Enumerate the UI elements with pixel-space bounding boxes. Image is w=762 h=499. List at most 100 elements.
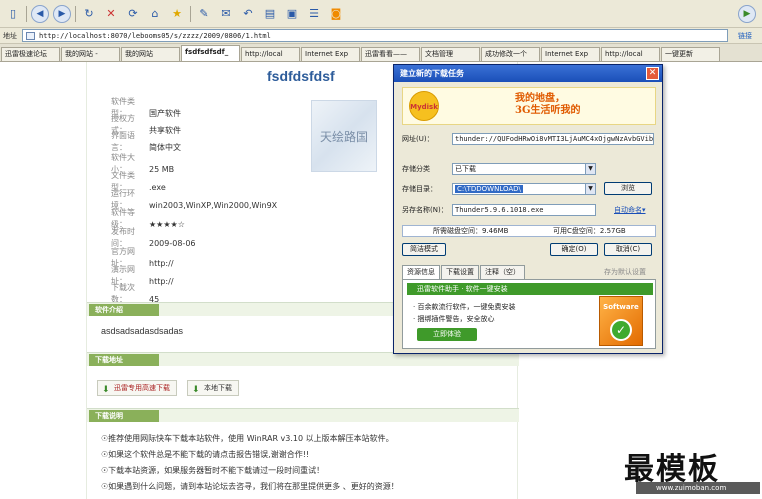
field-row: 演示网址： http:// bbox=[111, 264, 174, 286]
tab[interactable]: Internet Exp bbox=[301, 47, 360, 61]
home-icon[interactable]: ⌂ bbox=[146, 5, 164, 23]
tab[interactable]: 我的网站 bbox=[121, 47, 180, 61]
software-description: asdsadsadasdsadas bbox=[101, 326, 184, 336]
close-icon[interactable]: ✕ bbox=[646, 67, 659, 80]
address-url: http://localhost:8070/lebooms05/s/zzzz/2… bbox=[39, 31, 271, 40]
mail-icon[interactable]: ✉ bbox=[217, 5, 235, 23]
ok-button[interactable]: 确定(O) bbox=[550, 243, 598, 256]
tab-notes[interactable]: 注释（空） bbox=[480, 265, 525, 279]
tab-download-settings[interactable]: 下载设置 bbox=[441, 265, 479, 279]
promo-panel: 迅雷软件助手 · 软件一键安装 · 百余款流行软件，一键免费安装 · 捆绑插件警… bbox=[402, 279, 656, 349]
page-icon bbox=[26, 32, 35, 40]
promo-line: · 百余款流行软件，一键免费安装 bbox=[413, 303, 516, 311]
tab[interactable]: 成功修改一个 bbox=[481, 47, 540, 61]
rss-icon[interactable]: ◙ bbox=[327, 5, 345, 23]
chevron-down-icon: ▼ bbox=[585, 164, 595, 174]
banner-text: 我的地盘， 3G生活听我的 bbox=[515, 93, 581, 117]
software-thumbnail: 天绘路国 bbox=[311, 100, 377, 172]
dialog-tabs: 资源信息 下载设置 注释（空） bbox=[402, 265, 526, 280]
banner-line: 3G生活听我的 bbox=[515, 105, 581, 116]
note-line: ☉如果遇到什么问题，请到本站论坛去咨寻，我们将在那里提供更多 、更好的资源！ bbox=[101, 482, 399, 491]
browser-toolbar: ▯ ◀ ▶ ↻ ✕ ⟳ ⌂ ★ ✎ ✉ ↶ ▤ ▣ ☰ ◙ ▶ bbox=[0, 0, 762, 28]
ad-banner[interactable]: Mydisk 我的地盘， 3G生活听我的 bbox=[402, 87, 656, 125]
window-icon[interactable]: ▣ bbox=[283, 5, 301, 23]
category-select[interactable]: 已下载 ▼ bbox=[452, 163, 596, 175]
page-title: fsdfdsfdsf bbox=[267, 68, 335, 84]
tab-bar: 迅雷极速论坛 我的网站 - 我的网站 fsdfsdfsdf_ http://lo… bbox=[0, 44, 762, 62]
forward-icon[interactable]: ▶ bbox=[53, 4, 71, 23]
thunder-download-button[interactable]: ⬇ 迅雷专用高速下载 bbox=[97, 380, 177, 396]
tools-icon[interactable]: ✎ bbox=[195, 5, 213, 23]
field-row: 软件大小： 25 MB bbox=[111, 152, 174, 174]
list-icon[interactable]: ☰ bbox=[305, 5, 323, 23]
save-name-field[interactable]: Thunder5.9.6.1018.exe bbox=[452, 204, 596, 216]
category-value: 已下载 bbox=[455, 165, 476, 173]
tab-active[interactable]: fsdfsdfsdf_ bbox=[181, 45, 240, 61]
stop-icon[interactable]: ✕ bbox=[102, 5, 120, 23]
browse-button[interactable]: 浏览 bbox=[604, 182, 652, 195]
local-download-button[interactable]: ⬇ 本地下载 bbox=[187, 380, 239, 396]
field-row: 软件类型： 国产软件 bbox=[111, 96, 181, 118]
download-arrow-icon: ⬇ bbox=[102, 385, 110, 395]
field-row: 软件等级： ★★★★☆ bbox=[111, 207, 185, 229]
tab[interactable]: 我的网站 - bbox=[61, 47, 120, 61]
address-label: 地址 bbox=[3, 31, 17, 40]
go-forward-icon[interactable]: ▶ bbox=[738, 5, 756, 23]
space-needed: 所需磁盘空间：9.46MB bbox=[433, 227, 509, 235]
simple-mode-button[interactable]: 简洁模式 bbox=[402, 243, 446, 256]
tab[interactable]: http://local bbox=[601, 47, 660, 61]
field-row: 官方网址： http:// bbox=[111, 246, 174, 268]
space-free: 可用C盘空间：2.57GB bbox=[553, 227, 626, 235]
toolbar-separator bbox=[26, 5, 27, 22]
tab[interactable]: 迅雷极速论坛 bbox=[1, 47, 60, 61]
button-label: 本地下载 bbox=[204, 384, 232, 392]
section-notes-bar: 下载说明 bbox=[87, 408, 519, 422]
tab[interactable]: 文档管理 bbox=[421, 47, 480, 61]
field-key: 界面语言： bbox=[111, 131, 135, 152]
field-row: 文件类型： .exe bbox=[111, 170, 166, 192]
field-row: 发布时间： 2009-08-06 bbox=[111, 226, 196, 248]
field-row: 授权方式： 共享软件 bbox=[111, 113, 181, 135]
field-row: 界面语言： 简体中文 bbox=[111, 130, 181, 152]
tab[interactable]: Internet Exp bbox=[541, 47, 600, 61]
directory-select[interactable]: C:\TDDOWNLOAD\ ▼ bbox=[452, 183, 596, 195]
tab-resource-info[interactable]: 资源信息 bbox=[402, 265, 440, 280]
page-icon[interactable]: ▯ bbox=[4, 5, 22, 23]
promo-line: · 捆绑插件警告，安全放心 bbox=[413, 315, 495, 323]
directory-value: C:\TDDOWNLOAD\ bbox=[455, 185, 523, 193]
tab[interactable]: 迅雷看看—— bbox=[361, 47, 420, 61]
tab[interactable]: http://local bbox=[241, 47, 300, 61]
section-title: 下载说明 bbox=[89, 410, 159, 422]
field-row: 下载次数： 45 bbox=[111, 282, 159, 304]
set-default-link[interactable]: 存为默认设置 bbox=[604, 266, 646, 278]
refresh-page-icon[interactable]: ⟳ bbox=[124, 5, 142, 23]
mydisk-logo: Mydisk bbox=[409, 91, 439, 121]
favorites-star-icon[interactable]: ★ bbox=[168, 5, 186, 23]
section-download-bar: 下载地址 bbox=[87, 352, 519, 366]
banner-line: 我的地盘， bbox=[515, 93, 565, 104]
auto-name-link[interactable]: 自动命名▾ bbox=[614, 204, 646, 216]
box-label: Software bbox=[603, 303, 639, 311]
try-now-button[interactable]: 立即体验 bbox=[417, 328, 477, 341]
tab[interactable]: 一键更新 bbox=[661, 47, 720, 61]
new-download-dialog: 建立新的下载任务 ✕ Mydisk 我的地盘， 3G生活听我的 网址(U)： th… bbox=[393, 64, 663, 354]
url-field[interactable]: thunder://QUFodHRwOi8vMTI3LjAuMC4xOjgwNz… bbox=[452, 133, 654, 145]
cancel-button[interactable]: 取消(C) bbox=[604, 243, 652, 256]
address-input[interactable]: http://localhost:8070/lebooms05/s/zzzz/2… bbox=[22, 29, 728, 42]
checkmark-icon: ✓ bbox=[610, 319, 632, 341]
toolbar-separator bbox=[190, 5, 191, 22]
download-arrow-icon: ⬇ bbox=[192, 385, 200, 395]
chevron-down-icon: ▼ bbox=[585, 184, 595, 194]
back-icon[interactable]: ◀ bbox=[31, 4, 49, 23]
layout-icon[interactable]: ▤ bbox=[261, 5, 279, 23]
url-label: 网址(U)： bbox=[402, 135, 434, 143]
dialog-title: 建立新的下载任务 bbox=[400, 69, 464, 78]
field-value: 简体中文 bbox=[149, 143, 181, 152]
refresh-icon[interactable]: ↻ bbox=[80, 5, 98, 23]
address-bar: 地址 http://localhost:8070/lebooms05/s/zzz… bbox=[0, 28, 762, 44]
go-button[interactable]: 链接 bbox=[728, 31, 762, 41]
undo-icon[interactable]: ↶ bbox=[239, 5, 257, 23]
note-line: ☉下载本站资源，如果服务器暂时不能下载请过一段时间重试！ bbox=[101, 466, 325, 475]
disk-space-bar: 所需磁盘空间：9.46MB 可用C盘空间：2.57GB bbox=[402, 225, 656, 237]
dialog-titlebar[interactable]: 建立新的下载任务 ✕ bbox=[394, 65, 662, 82]
